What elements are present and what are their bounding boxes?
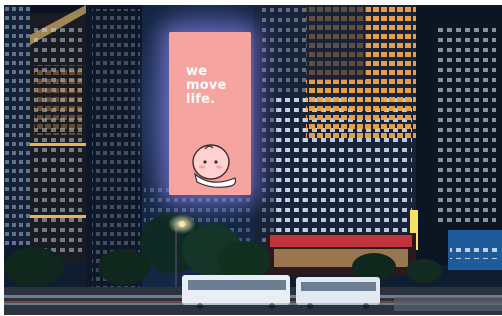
cityscape [4,5,502,315]
billboard-screen: · we move life. [169,32,251,195]
left-tower [4,5,30,245]
main-grid-tower [254,5,416,250]
night-city-photo: · we move life. [0,0,502,316]
left-warm-tower [30,5,86,263]
billboard-headline: we move life. [186,64,227,107]
right-tower [410,5,502,270]
billboard-caption-mark: · [186,44,188,49]
photo-frame: · we move life. [4,5,502,315]
peach-character-icon [192,144,237,188]
